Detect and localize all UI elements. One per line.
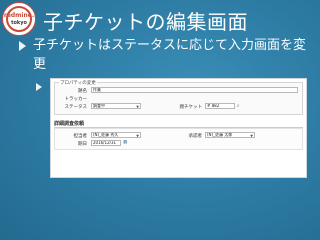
chevron-down-icon: ▼ — [136, 134, 139, 138]
parent-issue-input[interactable]: # 882 — [205, 103, 235, 109]
chevron-down-icon: ▼ — [136, 105, 139, 109]
reviewer-select[interactable]: (N)_佐藤 太郎 ▼ — [205, 132, 255, 138]
calendar-icon[interactable]: ▦ — [123, 140, 127, 145]
assignee-select-value: (N)_佐藤 秀久 — [93, 132, 119, 137]
logo-ring — [6, 6, 32, 32]
sub-bullet-arrow-icon — [36, 83, 42, 91]
assignee-select[interactable]: (N)_佐藤 秀久 ▼ — [91, 132, 141, 138]
status-select[interactable]: 調査中 ▼ — [91, 103, 141, 109]
assignee-label: 担当者 — [73, 134, 88, 139]
reviewer-label: 承認者 — [188, 134, 203, 139]
chevron-down-icon: ▼ — [250, 134, 253, 138]
tracker-label: トラッカー — [64, 97, 88, 102]
status-label: ステータス — [64, 105, 88, 110]
subject-label: 題名 — [78, 89, 87, 94]
parent-label: 親チケット — [179, 105, 203, 110]
due-date-label: 期日 — [78, 142, 87, 147]
search-icon[interactable]: ⌕ — [237, 103, 240, 109]
redmine-tokyo-logo: redmine. tokyo — [2, 2, 36, 36]
reviewer-select-value: (N)_佐藤 太郎 — [207, 132, 233, 137]
bullet-text: 子チケットはステータスに応じて入力画面を変更 — [33, 38, 307, 72]
properties-legend: プロパティの変更 — [59, 80, 97, 86]
slide-title: 子チケットの編集画面 — [43, 10, 248, 34]
properties-fieldset: プロパティの変更 題名 作業 トラッカー ステータス 調査中 ▼ 親チケット #… — [54, 80, 303, 115]
status-select-value: 調査中 — [93, 103, 105, 108]
due-date-input[interactable]: 2016/12/31 — [91, 140, 121, 146]
detail-fields: 担当者 (N)_佐藤 秀久 ▼ 承認者 (N)_佐藤 太郎 ▼ 期日 2016/… — [54, 128, 303, 150]
logo-text-line1: redmine. — [3, 12, 35, 19]
section-title: 詳細調査依頼 — [54, 120, 303, 128]
bullet-arrow-icon — [19, 41, 26, 51]
logo-text-line2: tokyo — [11, 20, 27, 26]
ticket-edit-screenshot: プロパティの変更 題名 作業 トラッカー ステータス 調査中 ▼ 親チケット #… — [50, 78, 307, 178]
subject-input[interactable]: 作業 — [91, 87, 298, 93]
